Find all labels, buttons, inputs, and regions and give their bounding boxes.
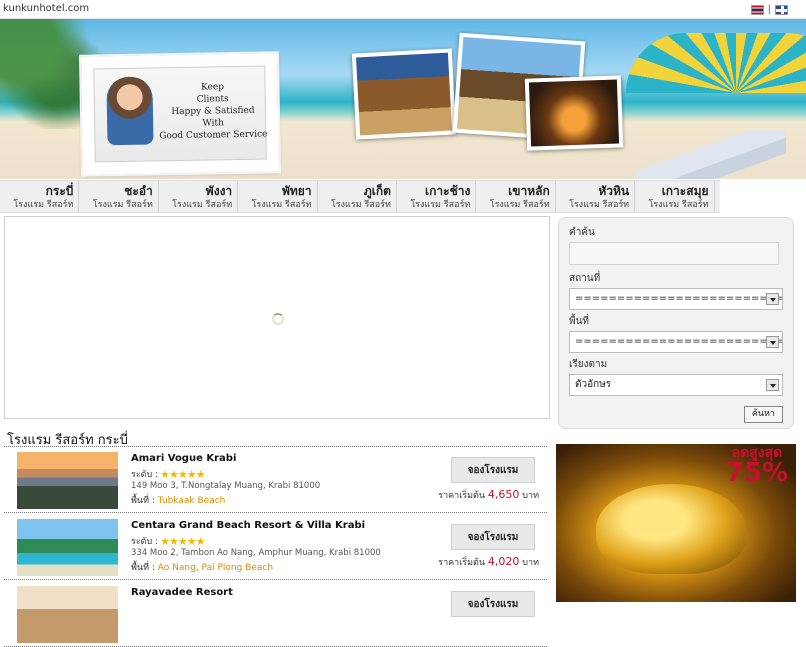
place-select-value: ========================= xyxy=(575,293,783,304)
hotel-area: พื้นที่ : Tubkaak Beach xyxy=(131,496,226,506)
nav-item-phang-nga[interactable]: พังงา โรงแรม รีสอร์ท xyxy=(159,181,239,212)
hotel-area-link[interactable]: Tubkaak Beach xyxy=(158,496,226,506)
hotel-list-item: Centara Grand Beach Resort & Villa Krabi… xyxy=(4,514,547,580)
book-hotel-button[interactable]: จองโรงแรม xyxy=(451,524,535,550)
language-separator: | xyxy=(767,4,771,15)
nav-item-phuket[interactable]: ภูเก็ต โรงแรม รีสอร์ท xyxy=(318,181,397,212)
book-hotel-button[interactable]: จองโรงแรม xyxy=(451,457,535,483)
chevron-down-icon[interactable] xyxy=(766,336,779,348)
hotel-area: พื้นที่ : Ao Nang, Pai Plong Beach xyxy=(131,563,274,573)
thai-flag-icon[interactable] xyxy=(750,4,764,15)
place-select[interactable]: ========================= xyxy=(569,288,783,310)
beach-umbrella-graphic xyxy=(626,33,806,93)
chevron-down-icon[interactable] xyxy=(766,379,779,391)
nav-item-pattaya[interactable]: พัทยา โรงแรม รีสอร์ท xyxy=(238,181,318,212)
customer-service-agent-image xyxy=(106,76,154,146)
stamp-slogan: Keep Clients Happy & Satisfied With Good… xyxy=(159,82,268,142)
hotel-address: 334 Moo 2, Tambon Ao Nang, Amphur Muang,… xyxy=(131,548,381,558)
loading-spinner-icon xyxy=(272,313,284,325)
place-label: สถานที่ xyxy=(569,273,601,284)
price-value: 4,650 xyxy=(487,488,520,501)
sort-label: เรียงตาม xyxy=(569,359,608,370)
price-value: 4,020 xyxy=(487,555,520,568)
hotel-thumbnail[interactable] xyxy=(17,519,118,576)
hotel-area-link[interactable]: Ao Nang, Pai Plong Beach xyxy=(158,563,273,573)
hotel-thumbnail[interactable] xyxy=(17,452,118,509)
hotel-name[interactable]: Rayavadee Resort xyxy=(131,587,233,598)
star-rating-icon: ★★★★★ xyxy=(160,467,205,481)
hotel-price: ราคาเริ่มต้น 4,650 บาท xyxy=(438,488,539,501)
hotel-list-item: Amari Vogue Krabi ระดับ : ★★★★★ 149 Moo … xyxy=(4,447,547,513)
top-bar: kunkunhotel.com | xyxy=(0,0,806,19)
nav-item-koh-chang[interactable]: เกาะช้าง โรงแรม รีสอร์ท xyxy=(397,181,477,212)
customer-service-stamp: Keep Clients Happy & Satisfied With Good… xyxy=(78,51,282,177)
english-flag-icon[interactable] xyxy=(775,4,788,15)
header-banner: Keep Clients Happy & Satisfied With Good… xyxy=(0,19,806,179)
hotel-rating: ระดับ : ★★★★★ xyxy=(131,534,205,548)
area-select[interactable]: ========================= xyxy=(569,331,783,353)
language-switcher: | xyxy=(750,4,788,15)
promo-ad-banner[interactable]: ลดสูงสุด 75% xyxy=(556,444,796,602)
star-rating-icon: ★★★★★ xyxy=(160,534,205,548)
nav-item-khao-lak[interactable]: เขาหลัก โรงแรม รีสอร์ท xyxy=(476,181,556,212)
hotel-list-item: Rayavadee Resort จองโรงแรม xyxy=(4,581,547,647)
hotel-name[interactable]: Centara Grand Beach Resort & Villa Krabi xyxy=(131,520,365,531)
search-panel: คำค้น สถานที่ ========================= … xyxy=(558,217,794,429)
hotel-name[interactable]: Amari Vogue Krabi xyxy=(131,453,236,464)
chevron-down-icon[interactable] xyxy=(766,293,779,305)
sort-select-value: ตัวอักษร xyxy=(575,379,612,390)
featured-slideshow xyxy=(4,216,550,419)
nav-item-koh-samui[interactable]: เกาะสมุย โรงแรม รีสอร์ท xyxy=(635,181,715,212)
nav-item-hua-hin[interactable]: หัวหิน โรงแรม รีสอร์ท xyxy=(556,181,636,212)
golden-buddha-image xyxy=(596,484,746,574)
keyword-input[interactable] xyxy=(569,242,779,265)
sort-select[interactable]: ตัวอักษร xyxy=(569,374,783,396)
search-button[interactable]: ค้นหา xyxy=(743,406,783,423)
area-label: พื้นที่ xyxy=(569,316,590,327)
book-hotel-button[interactable]: จองโรงแรม xyxy=(451,591,535,617)
promo-text: ลดสูงสุด 75% xyxy=(725,445,788,488)
hotel-price: ราคาเริ่มต้น 4,020 บาท xyxy=(438,555,539,568)
resort-photo xyxy=(351,48,457,140)
hotel-thumbnail[interactable] xyxy=(17,586,118,643)
nav-item-cha-am[interactable]: ชะอำ โรงแรม รีสอร์ท xyxy=(79,181,159,212)
nav-item-krabi[interactable]: กระบี่ โรงแรม รีสอร์ท xyxy=(0,181,80,212)
destination-nav: กระบี่ โรงแรม รีสอร์ท ชะอำ โรงแรม รีสอร์ท … xyxy=(0,180,720,213)
beach-chairs-graphic xyxy=(636,129,786,179)
hotel-rating: ระดับ : ★★★★★ xyxy=(131,467,205,481)
area-select-value: ========================= xyxy=(575,336,783,347)
resort-photo xyxy=(524,75,624,151)
keyword-label: คำค้น xyxy=(569,227,595,238)
site-url[interactable]: kunkunhotel.com xyxy=(3,3,89,14)
hotel-address: 149 Moo 3, T.Nongtalay Muang, Krabi 8100… xyxy=(131,481,321,491)
